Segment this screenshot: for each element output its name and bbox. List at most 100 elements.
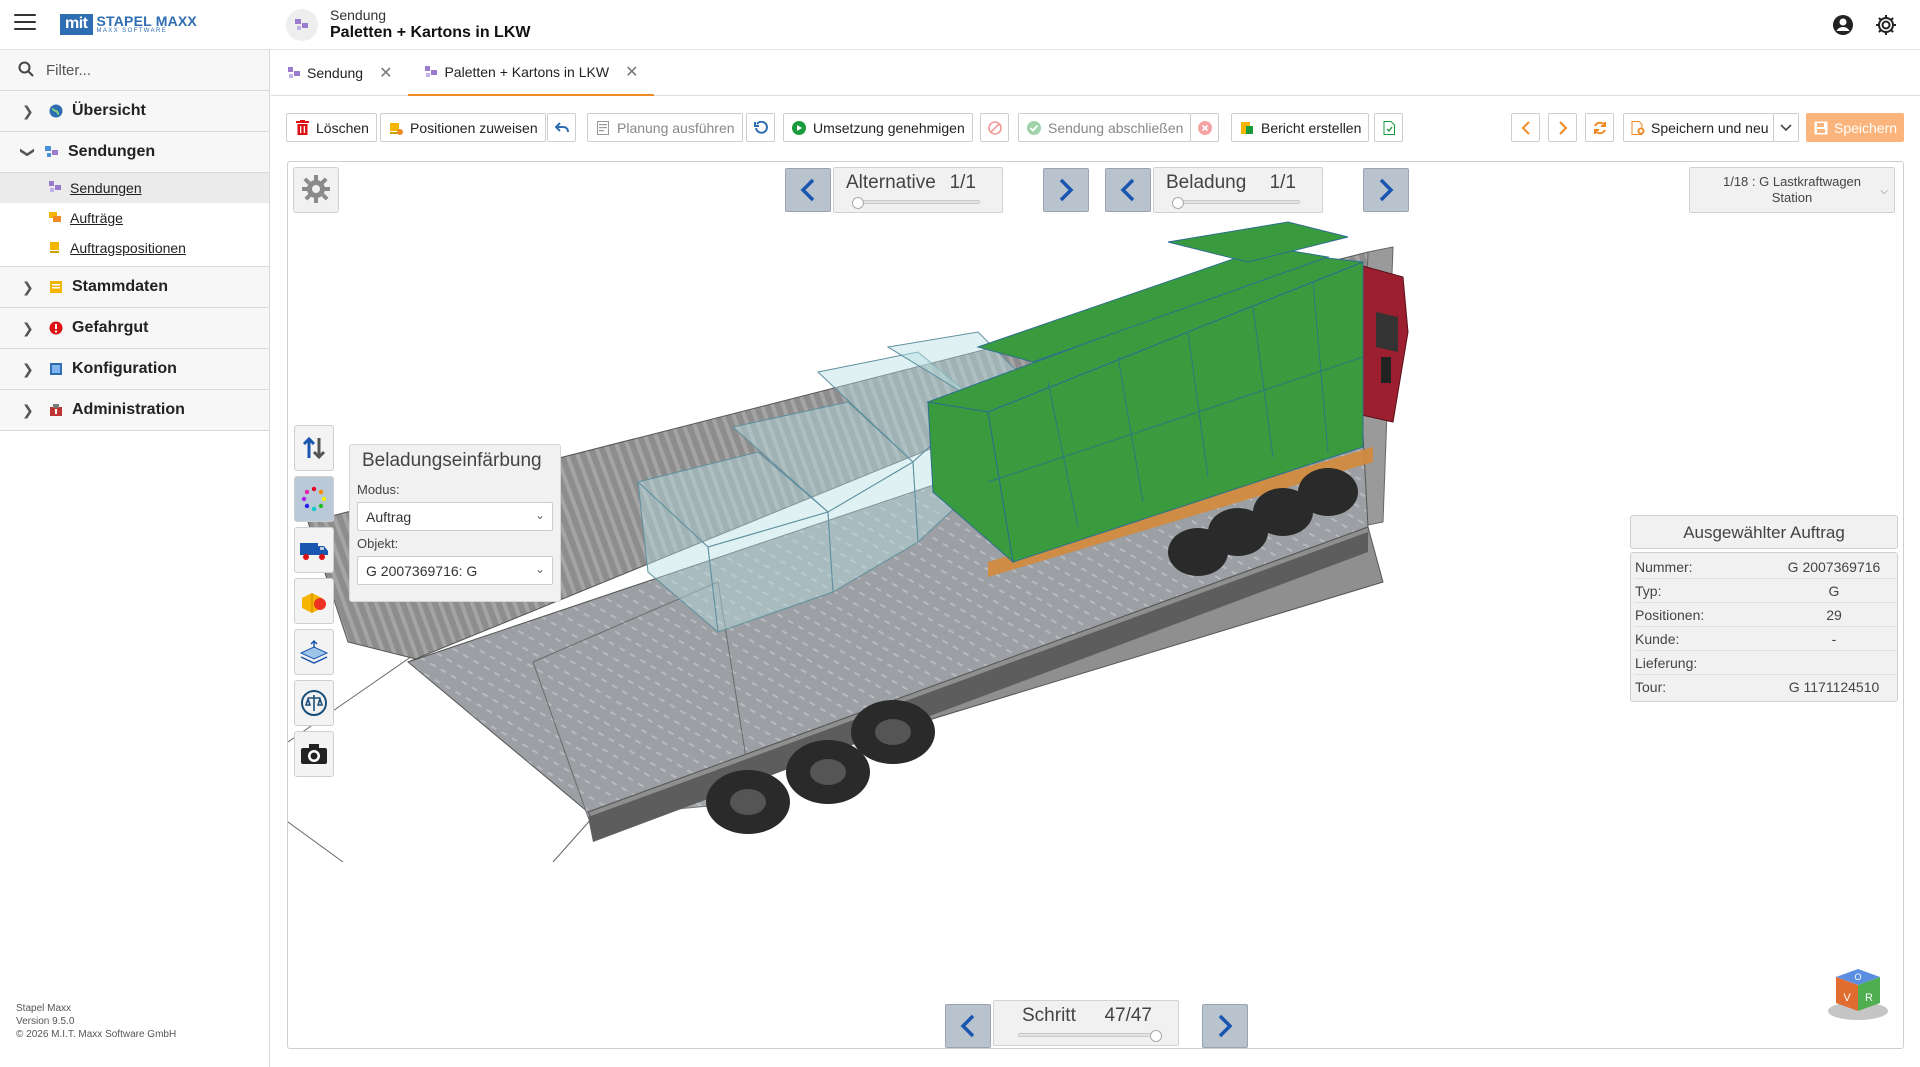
new-document-icon: [1631, 120, 1645, 136]
object-select[interactable]: G 2007369716: G ⌄: [357, 556, 553, 585]
delete-button[interactable]: Löschen: [286, 113, 377, 142]
sidebar-item-sendungen[interactable]: Sendungen: [0, 173, 269, 203]
hazard-icon: [48, 320, 64, 336]
nav-group-uebersicht[interactable]: ❯ Übersicht: [0, 91, 269, 132]
step-previous-button[interactable]: [945, 1004, 991, 1048]
chevron-down-icon: [1778, 120, 1794, 136]
save-options-dropdown[interactable]: [1773, 113, 1799, 142]
toolbar: Löschen Positionen zuweisen Planung ausf…: [271, 96, 1920, 160]
save-and-new-button[interactable]: Speichern und neu: [1623, 113, 1774, 142]
assign-positions-button[interactable]: Positionen zuweisen: [380, 113, 546, 142]
refresh-button[interactable]: [1585, 113, 1614, 142]
alternative-next-button[interactable]: [1043, 168, 1089, 212]
chevron-right-icon: ❯: [22, 401, 34, 418]
chevron-down-icon: ⌵: [1880, 186, 1888, 197]
detail-key: Typ:: [1635, 582, 1662, 599]
loading-slider[interactable]: [1178, 200, 1300, 204]
coloring-panel: Beladungseinfärbung Modus: Auftrag ⌄ Obj…: [349, 444, 561, 602]
user-account-icon[interactable]: [1831, 13, 1855, 37]
view-settings-button[interactable]: [293, 167, 339, 213]
sort-order-tool[interactable]: [294, 425, 334, 471]
weight-balance-tool[interactable]: [294, 680, 334, 726]
app-logo[interactable]: mit STAPEL MAXX MAXX SOFTWARE: [60, 12, 197, 36]
close-icon[interactable]: ✕: [379, 63, 392, 83]
nav-group-label: Konfiguration: [72, 360, 177, 377]
detail-value: G 1171124510: [1788, 679, 1880, 695]
reset-icon: [753, 120, 769, 136]
loading-next-button[interactable]: [1363, 168, 1409, 212]
nav-group-stammdaten[interactable]: ❯ Stammdaten: [0, 267, 269, 308]
chevron-down-icon: ❯: [20, 146, 37, 158]
sidebar-item-label: Auftragspositionen: [70, 240, 186, 256]
floppy-disk-icon: [1814, 120, 1828, 136]
undo-arrow-icon: [554, 120, 570, 136]
nav-group-sendungen[interactable]: ❯ Sendungen: [0, 132, 269, 173]
loading-previous-button[interactable]: [1105, 168, 1151, 212]
tab-label: Sendung: [307, 65, 364, 81]
orders-icon: [48, 210, 62, 227]
packages-tool[interactable]: [294, 578, 334, 624]
alternative-previous-button[interactable]: [785, 168, 831, 212]
settings-gear-icon[interactable]: [1874, 13, 1898, 37]
nav-group-administration[interactable]: ❯ Administration: [0, 390, 269, 431]
loading-counter: Beladung 1/1: [1153, 167, 1323, 213]
menu-icon[interactable]: [14, 14, 36, 32]
vehicle-tool[interactable]: [294, 527, 334, 573]
selected-order-title: Ausgewählter Auftrag: [1630, 515, 1898, 549]
close-icon[interactable]: ✕: [625, 62, 638, 82]
logo-name: STAPEL MAXX: [96, 13, 197, 29]
step-slider-thumb[interactable]: [1150, 1030, 1162, 1042]
cancel-approval-button[interactable]: [980, 113, 1009, 142]
alternative-slider-thumb[interactable]: [852, 197, 864, 209]
navigation-cube-icon[interactable]: O V R: [1825, 963, 1891, 1023]
alternative-slider[interactable]: [858, 200, 980, 204]
approve-implementation-button[interactable]: Umsetzung genehmigen: [783, 113, 973, 142]
layers-tool[interactable]: [294, 629, 334, 675]
chevron-right-icon: [1059, 178, 1074, 202]
report-icon: [1239, 120, 1255, 136]
button-label: Positionen zuweisen: [410, 119, 538, 136]
previous-record-button[interactable]: [1511, 113, 1540, 142]
mode-select[interactable]: Auftrag ⌄: [357, 502, 553, 531]
shipment-icon: [48, 180, 62, 197]
coloring-tool[interactable]: [294, 476, 334, 522]
complete-shipment-button[interactable]: Sendung abschließen: [1018, 113, 1192, 142]
step-slider[interactable]: [1018, 1033, 1156, 1037]
create-report-button[interactable]: Bericht erstellen: [1231, 113, 1370, 142]
chevron-down-icon: ⌄: [534, 508, 545, 522]
navcube-top-label: O: [1854, 972, 1861, 982]
tab-sendung[interactable]: Sendung ✕: [271, 50, 408, 96]
tab-label: Paletten + Kartons in LKW: [444, 64, 610, 80]
order-positions-icon: [48, 240, 62, 257]
loading-slider-thumb[interactable]: [1172, 197, 1184, 209]
step-counter: Schritt 47/47: [993, 1000, 1179, 1046]
3d-viewer[interactable]: Alternative 1/1 Beladung 1/1 1/18 : G La…: [287, 161, 1904, 1049]
nav-group-label: Administration: [72, 401, 185, 418]
run-planning-button[interactable]: Planung ausführen: [587, 113, 743, 142]
next-record-button[interactable]: [1548, 113, 1577, 142]
export-document-button[interactable]: [1374, 113, 1403, 142]
sidebar-item-auftraege[interactable]: Aufträge: [0, 203, 269, 233]
save-button[interactable]: Speichern: [1806, 113, 1904, 142]
refresh-icon: [1592, 120, 1608, 136]
screenshot-tool[interactable]: [294, 731, 334, 777]
alternative-value: 1/1: [949, 172, 976, 193]
button-label: Speichern: [1834, 119, 1898, 136]
mode-select-value: Auftrag: [366, 509, 412, 525]
nav-group-konfiguration[interactable]: ❯ Konfiguration: [0, 349, 269, 390]
detail-row: Positionen: 29: [1634, 603, 1897, 627]
scale-icon: [301, 690, 327, 716]
nav-group-gefahrgut[interactable]: ❯ Gefahrgut: [0, 308, 269, 349]
step-next-button[interactable]: [1202, 1004, 1248, 1048]
reopen-shipment-button[interactable]: [1190, 113, 1219, 142]
sidebar-item-auftragspositionen[interactable]: Auftragspositionen: [0, 233, 269, 263]
filter-input[interactable]: [46, 61, 246, 79]
detail-value: G 2007369716: [1787, 558, 1881, 575]
color-dots-icon: [301, 486, 327, 512]
tab-paletten-kartons[interactable]: Paletten + Kartons in LKW ✕: [408, 50, 655, 96]
vehicle-select[interactable]: 1/18 : G Lastkraftwagen Station ⌵: [1689, 167, 1895, 213]
reset-button[interactable]: [746, 113, 775, 142]
undo-button[interactable]: [547, 113, 576, 142]
trash-icon: [294, 120, 310, 136]
shipment-icon: [286, 9, 318, 41]
